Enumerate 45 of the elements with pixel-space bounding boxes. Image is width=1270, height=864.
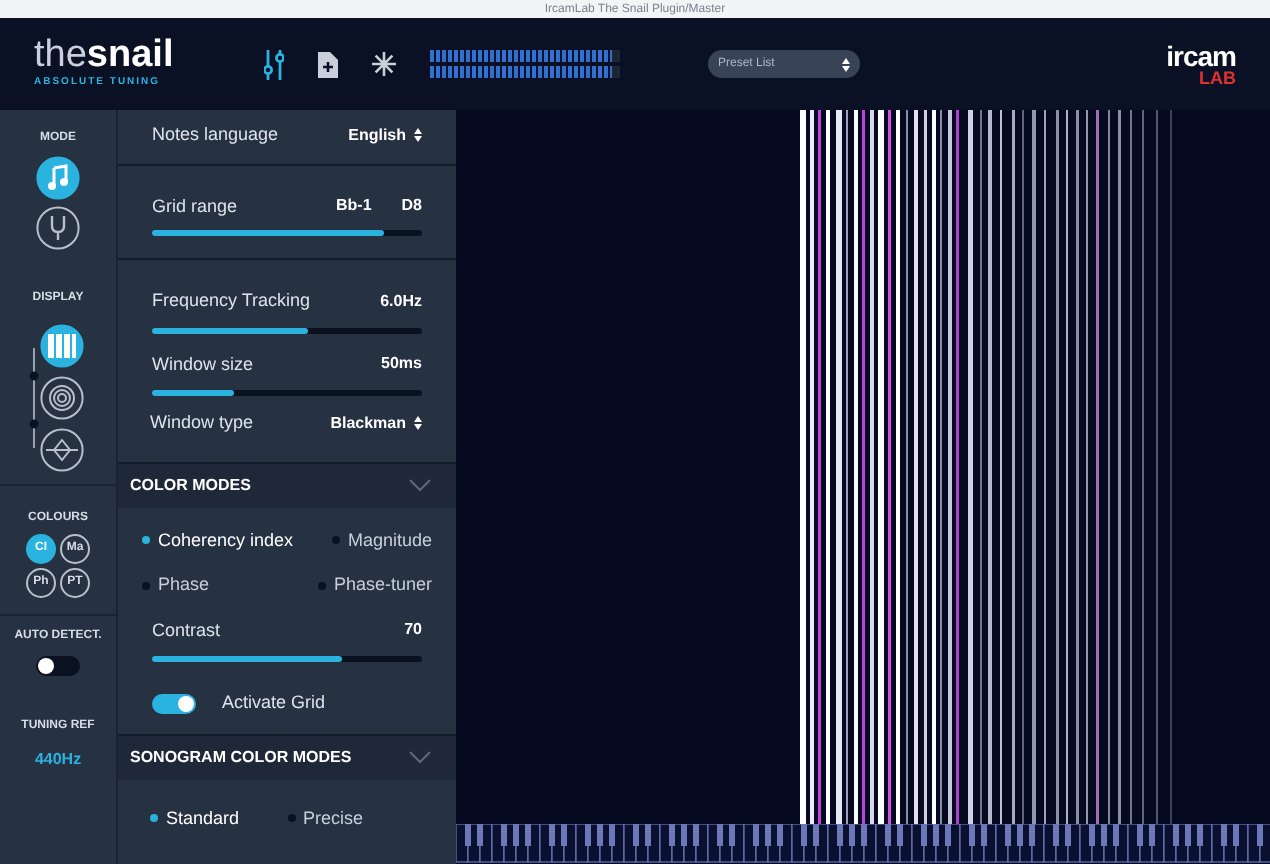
brand-logo-bottom: LAB [1199, 69, 1236, 87]
spiral-mode-icon[interactable] [40, 376, 84, 420]
radio-option[interactable]: Coherency index [142, 527, 318, 554]
slider[interactable] [152, 390, 422, 396]
app-logo: thesnail [34, 36, 176, 77]
slider[interactable] [152, 327, 422, 333]
connector-line [26, 348, 42, 448]
setting-label: Frequency Tracking [152, 288, 311, 314]
setting-value: 6.0Hz [380, 289, 422, 314]
slider[interactable] [152, 656, 422, 662]
snowflake-icon[interactable] [372, 52, 396, 76]
setting-value: 50ms [381, 352, 422, 377]
setting-value: 70 [404, 618, 422, 643]
fork-mode-icon[interactable] [36, 206, 80, 250]
select-value[interactable]: English [348, 123, 406, 148]
section-header[interactable]: SONOGRAM COLOR MODES [118, 733, 456, 779]
select-value[interactable]: Blackman [330, 411, 406, 436]
chevron-down-icon[interactable] [408, 750, 432, 764]
file-plus-icon[interactable] [318, 51, 338, 77]
setting-label: Notes language [152, 122, 279, 148]
radio-option[interactable]: Standard [150, 805, 240, 832]
setting-label: Grid range [152, 193, 238, 220]
chevron-down-icon[interactable] [408, 478, 432, 492]
setting-label: Window type [150, 410, 254, 436]
up-down-icon[interactable] [414, 416, 422, 431]
piano-mode-icon[interactable] [40, 324, 84, 368]
up-down-icon[interactable] [842, 57, 850, 71]
setting-value: D8 [401, 194, 422, 219]
setting-value: Bb-1 [335, 194, 372, 219]
up-down-icon[interactable] [414, 128, 422, 143]
radio-option[interactable]: Precise [287, 805, 364, 832]
toggle-switch[interactable] [152, 693, 196, 714]
radio-option[interactable]: Phase-tuner [317, 572, 432, 599]
setting-label: Window size [152, 351, 254, 377]
tuning-ref-value[interactable]: 440Hz [34, 748, 82, 772]
sliders-icon[interactable] [264, 49, 284, 79]
diamond-mode-icon[interactable] [40, 428, 84, 472]
setting-label: Contrast [152, 617, 221, 643]
brand-logo-top: ircam [1166, 41, 1236, 69]
radio-option[interactable]: Phase [142, 572, 318, 599]
toggle-switch[interactable] [36, 656, 80, 676]
section-header[interactable]: COLOR MODES [118, 461, 456, 507]
note-mode-icon[interactable] [36, 156, 80, 200]
toggle-label: Activate Grid [222, 690, 326, 716]
radio-option[interactable]: Magnitude [317, 527, 432, 554]
